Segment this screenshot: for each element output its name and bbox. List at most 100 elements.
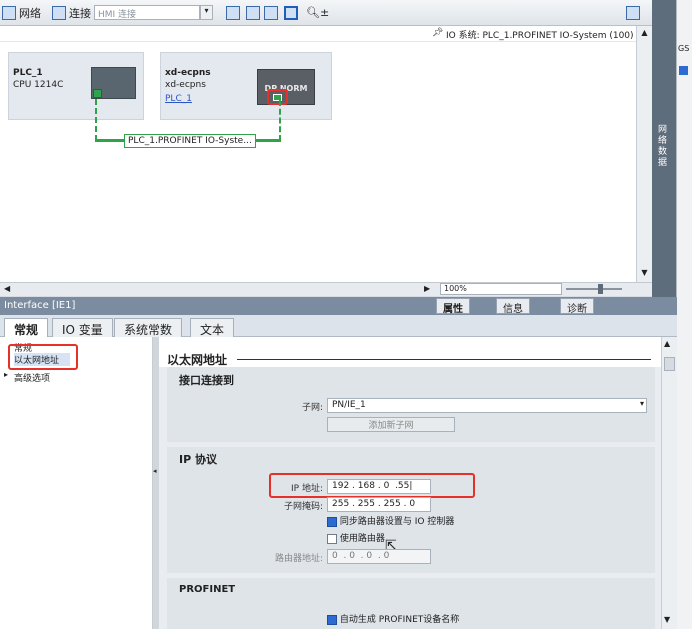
canvas-header: 📌︎ IO 系统: PLC_1.PROFINET IO-System (100) [0,26,636,42]
profinet-section: PROFINET 自动生成 PROFINET设备名称 [167,578,655,629]
splitter-arrow-icon[interactable]: ◂ [153,467,157,475]
subnet-value: PN/IE_1 [332,400,366,410]
ethernet-header-area [159,337,661,367]
canvas-toolbar: 网络 连接 HMI 连接 ▾ 🔍︎± [0,0,677,26]
catalog-checkbox[interactable] [679,66,688,75]
connection-type-value: HMI 连接 [98,10,137,20]
mask-octet-3: 255 [383,499,401,509]
scroll-left-icon[interactable]: ◀ [4,284,10,293]
interface-connection-section: 接口连接到 子网: PN/IE_1 ▾ 添加新子网 [167,367,655,442]
tab-general-label: 常规 [14,323,39,337]
router-address-label: 路由器地址: [274,554,323,564]
properties-panel: 以太网地址 接口连接到 子网: PN/IE_1 ▾ 添加新子网 IP 协议 IP… [159,337,661,629]
sync-router-option[interactable]: 同步路由器设置与 IO 控制器 [327,514,454,527]
scroll-down-icon[interactable]: ▼ [639,268,650,279]
chevron-down-icon[interactable]: ▾ [200,5,213,20]
zoom-icon[interactable]: 🔍︎± [306,6,329,19]
inspector-header: Interface [IE1] 属性 信息 诊断 [0,297,677,315]
section-divider [237,359,651,360]
pin-icon[interactable]: 📌︎ [432,28,443,38]
scroll-up-icon[interactable]: ▲ [664,339,670,348]
network-view-label: 网络 [19,7,41,20]
network-view-button[interactable]: 网络 [2,3,41,23]
router-octet-2: 0 [349,551,355,561]
connection-icon [52,6,66,20]
device-port-line [279,100,281,141]
device-name: xd-ecpns [165,68,211,78]
canvas-status-row: ◀ ▶ 100% [0,282,652,296]
properties-tab-label: 属性 [443,304,463,315]
plc-port-line [95,99,97,141]
tab-system-constants-label: 系统常数 [124,323,173,337]
plc-port-icon[interactable] [93,89,102,98]
network-icon [2,6,16,20]
io-device-box[interactable]: xd-ecpns xd-ecpns PLC_1 DP NORM [160,52,332,120]
tab-texts-label: 文本 [200,323,225,337]
plc-name: PLC_1 [13,68,43,78]
router-address-field[interactable]: 0 . 0 . 0 . 0 [327,549,431,564]
router-octet-1: 0 [332,551,338,561]
connection-button[interactable]: 连接 [52,3,91,23]
scroll-down-icon[interactable]: ▼ [664,615,670,624]
diagnostics-tab[interactable]: 诊断 [560,298,594,315]
info-tab[interactable]: 信息 [496,298,530,315]
tab-io-tags[interactable]: IO 变量 [52,318,113,337]
scroll-up-icon[interactable]: ▲ [639,28,650,39]
tab-general[interactable]: 常规 [4,318,49,338]
subnet-select[interactable]: PN/IE_1 ▾ [327,398,647,413]
network-line-label[interactable]: PLC_1.PROFINET IO-Syste... [124,134,256,148]
device-overview-icon[interactable] [246,6,260,20]
mask-octet-1: 255 [332,499,350,509]
side-panel-label: 网络数据 [658,125,668,168]
subnet-mask-label: 子网掩码: [283,502,323,512]
mask-octet-4: 0 [409,499,416,509]
inspector-tabs-row: 常规 IO 变量 系统常数 文本 [0,315,677,338]
router-octet-3: 0 [366,551,373,561]
add-subnet-button[interactable]: 添加新子网 [327,417,455,432]
network-canvas[interactable]: PLC_1 CPU 1214C xd-ecpns xd-ecpns PLC_1 … [0,26,652,282]
scroll-right-icon[interactable]: ▶ [424,284,430,293]
scroll-thumb[interactable] [664,357,675,371]
properties-scrollbar[interactable]: ▲ ▼ [661,337,677,629]
zoom-slider[interactable] [566,288,622,290]
mask-octet-2: 255 [357,499,375,509]
table-view-icon[interactable] [264,6,278,20]
auto-name-checkbox[interactable] [327,614,337,625]
connection-label: 连接 [69,7,91,20]
tab-io-tags-label: IO 变量 [62,323,103,337]
network-data-side-panel[interactable]: 网络数据 [652,0,676,310]
device-controller-link[interactable]: PLC_1 [165,93,192,105]
highlight-icon[interactable] [226,6,240,20]
info-tab-label: 信息 [503,304,523,315]
ip-protocol-title: IP 协议 [179,453,217,466]
interface-connected-title: 接口连接到 [179,374,234,387]
device-type: xd-ecpns [165,80,206,90]
collapse-icon[interactable] [626,6,640,20]
connection-type-select[interactable]: HMI 连接 [94,5,200,20]
use-router-checkbox[interactable] [327,533,337,544]
nav-item-advanced[interactable]: 高级选项 [14,371,50,384]
zoom-select[interactable]: 100% [440,283,562,295]
add-subnet-label: 添加新子网 [368,421,414,431]
chevron-right-icon[interactable]: ▸ [4,370,8,379]
tab-system-constants[interactable]: 系统常数 [114,318,183,337]
page-view-icon[interactable] [284,6,298,20]
plc-type: CPU 1214C [13,80,64,90]
auto-name-option[interactable]: 自动生成 PROFINET设备名称 [327,612,459,625]
catalog-filter-text: GS [678,44,690,53]
use-router-option[interactable]: 使用路由器 [327,531,385,544]
canvas-vertical-scrollbar[interactable]: ▲ ▼ [636,26,652,282]
ethernet-section-title: 以太网地址 [167,353,228,367]
subnet-mask-field[interactable]: 255 . 255 . 255 . 0 [327,497,431,512]
auto-name-label: 自动生成 PROFINET设备名称 [339,615,460,625]
io-system-label: IO 系统: PLC_1.PROFINET IO-System (100) [446,31,634,41]
sync-router-label: 同步路由器设置与 IO 控制器 [339,517,455,527]
properties-tab[interactable]: 属性 [436,298,470,315]
task-card-strip[interactable]: GS [676,0,692,629]
diagnostics-tab-label: 诊断 [567,304,587,315]
tab-texts[interactable]: 文本 [190,318,235,337]
plc-device-box[interactable]: PLC_1 CPU 1214C [8,52,144,120]
zoom-slider-handle[interactable] [598,284,603,294]
profinet-title: PROFINET [179,584,236,595]
sync-router-checkbox[interactable] [327,516,337,527]
